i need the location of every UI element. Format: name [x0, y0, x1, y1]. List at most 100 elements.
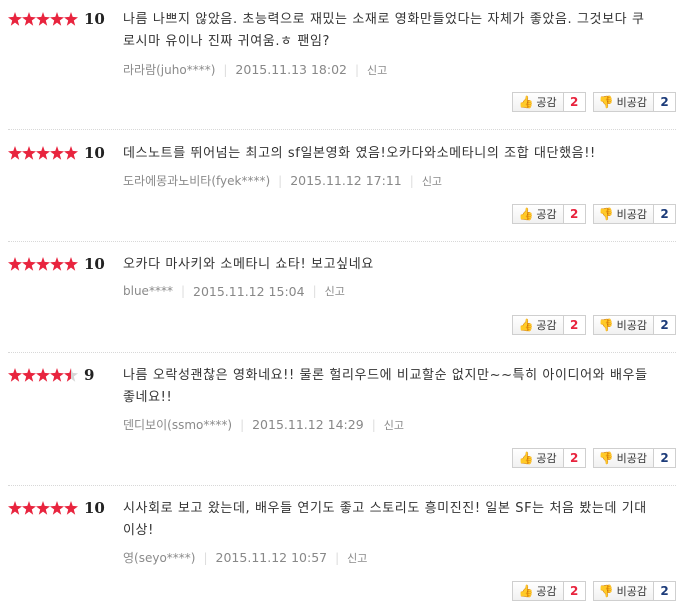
- star-icon: [36, 146, 50, 160]
- star-icon: [8, 501, 22, 515]
- like-button[interactable]: 👍 공감: [512, 204, 564, 224]
- review-text: 나름 나쁘지 않았음. 초능력으로 재밌는 소재로 영화만들었다는 자체가 좋았…: [123, 12, 645, 49]
- star-icon: [8, 12, 22, 26]
- star-rating: [8, 145, 78, 161]
- review-list: 10 나름 나쁘지 않았음. 초능력으로 재밌는 소재로 영화만들었다는 자체가…: [0, 0, 684, 614]
- dislike-count: 2: [654, 92, 676, 112]
- rating-score: 10: [84, 499, 105, 517]
- rating-score: 10: [84, 255, 105, 273]
- like-label: 공감: [536, 319, 557, 332]
- like-button[interactable]: 👍 공감: [512, 92, 564, 112]
- rating: 10: [8, 8, 105, 30]
- star-icon: [36, 257, 50, 271]
- star-icon: [50, 12, 64, 26]
- dislike-button[interactable]: 👎 비공감: [592, 448, 654, 468]
- dislike-label: 비공감: [616, 208, 647, 221]
- divider: |: [180, 284, 185, 298]
- star-rating: [8, 500, 78, 516]
- review-author: 덴디보이(ssmo****): [123, 418, 233, 432]
- review-item: 10 시사회로 보고 왔는데, 배우들 연기도 좋고 스토리도 흥미진진! 일본…: [8, 497, 676, 611]
- half-star-icon: [64, 368, 78, 382]
- divider: |: [223, 62, 228, 77]
- star-icon: [22, 368, 36, 382]
- star-icon: [50, 368, 64, 382]
- report-link[interactable]: 신고: [422, 173, 442, 189]
- vote-box: 👍 공감 2 👎 비공감 2: [512, 315, 676, 335]
- dislike-count: 2: [654, 315, 676, 335]
- star-rating: [8, 256, 78, 272]
- report-link[interactable]: 신고: [325, 283, 345, 299]
- star-icon: [50, 501, 64, 515]
- thumbs-up-icon: 👍: [518, 318, 534, 332]
- review-meta: 도라에몽과노비타(fyek****) | 2015.11.12 17:11 | …: [123, 172, 442, 189]
- star-icon: [22, 257, 36, 271]
- thumbs-up-icon: 👍: [518, 451, 534, 465]
- dislike-button[interactable]: 👎 비공감: [592, 92, 654, 112]
- thumbs-down-icon: 👎: [598, 584, 614, 598]
- like-label: 공감: [536, 208, 557, 221]
- review-author: 영(seyo****): [123, 551, 196, 565]
- star-icon: [22, 12, 36, 26]
- like-button[interactable]: 👍 공감: [512, 448, 564, 468]
- dislike-button[interactable]: 👎 비공감: [592, 315, 654, 335]
- report-link[interactable]: 신고: [384, 417, 404, 433]
- dislike-button[interactable]: 👎 비공감: [592, 204, 654, 224]
- vote-box: 👍 공감 2 👎 비공감 2: [512, 92, 676, 112]
- like-button[interactable]: 👍 공감: [512, 315, 564, 335]
- star-icon: [50, 146, 64, 160]
- dislike-count: 2: [654, 581, 676, 601]
- like-count: 2: [563, 92, 586, 112]
- divider: |: [355, 62, 360, 77]
- star-icon: [36, 368, 50, 382]
- thumbs-up-icon: 👍: [518, 207, 534, 221]
- thumbs-up-icon: 👍: [518, 95, 534, 109]
- star-icon: [22, 501, 36, 515]
- star-rating: [8, 367, 78, 383]
- star-icon: [64, 146, 78, 160]
- review-item: 9 나름 오락성괜찮은 영화네요!! 물론 헐리우드에 비교할순 없지만~~특히…: [8, 364, 676, 486]
- review-text: 오카다 마사키와 소메타니 쇼타! 보고싶네요: [123, 257, 374, 272]
- report-link[interactable]: 신고: [347, 550, 367, 566]
- divider: |: [278, 173, 283, 188]
- star-icon: [36, 12, 50, 26]
- dislike-label: 비공감: [616, 96, 647, 109]
- divider: |: [240, 417, 245, 432]
- like-count: 2: [563, 204, 586, 224]
- divider: |: [203, 550, 208, 565]
- like-button[interactable]: 👍 공감: [512, 581, 564, 601]
- review-meta: 영(seyo****) | 2015.11.12 10:57 | 신고: [123, 549, 367, 566]
- vote-box: 👍 공감 2 👎 비공감 2: [512, 204, 676, 224]
- like-label: 공감: [536, 96, 557, 109]
- review-author: blue****: [123, 284, 173, 298]
- star-icon: [8, 368, 22, 382]
- review-date: 2015.11.13 18:02: [235, 62, 347, 77]
- review-meta: 라라람(juho****) | 2015.11.13 18:02 | 신고: [123, 61, 387, 78]
- review-meta: 덴디보이(ssmo****) | 2015.11.12 14:29 | 신고: [123, 416, 404, 433]
- rating: 10: [8, 497, 105, 519]
- like-count: 2: [563, 315, 586, 335]
- divider: |: [312, 284, 317, 298]
- rating-score: 10: [84, 144, 105, 162]
- star-icon: [64, 257, 78, 271]
- dislike-count: 2: [654, 204, 676, 224]
- rating: 10: [8, 253, 105, 275]
- like-count: 2: [563, 581, 586, 601]
- review-author: 라라람(juho****): [123, 63, 216, 77]
- review-item: 10 나름 나쁘지 않았음. 초능력으로 재밌는 소재로 영화만들었다는 자체가…: [8, 8, 676, 130]
- review-meta: blue**** | 2015.11.12 15:04 | 신고: [123, 283, 345, 299]
- report-link[interactable]: 신고: [367, 62, 387, 78]
- dislike-label: 비공감: [616, 452, 647, 465]
- divider: |: [409, 173, 414, 188]
- review-date: 2015.11.12 10:57: [215, 550, 328, 565]
- vote-box: 👍 공감 2 👎 비공감 2: [512, 448, 676, 468]
- review-date: 2015.11.12 14:29: [252, 417, 364, 432]
- rating-score: 9: [84, 366, 95, 384]
- dislike-button[interactable]: 👎 비공감: [592, 581, 654, 601]
- thumbs-down-icon: 👎: [598, 95, 614, 109]
- vote-box: 👍 공감 2 👎 비공감 2: [512, 581, 676, 601]
- review-text: 나름 오락성괜찮은 영화네요!! 물론 헐리우드에 비교할순 없지만~~특히 아…: [123, 368, 648, 405]
- star-icon: [64, 501, 78, 515]
- review-item: 10 오카다 마사키와 소메타니 쇼타! 보고싶네요 blue**** | 20…: [8, 253, 676, 353]
- star-icon: [22, 146, 36, 160]
- star-icon: [50, 257, 64, 271]
